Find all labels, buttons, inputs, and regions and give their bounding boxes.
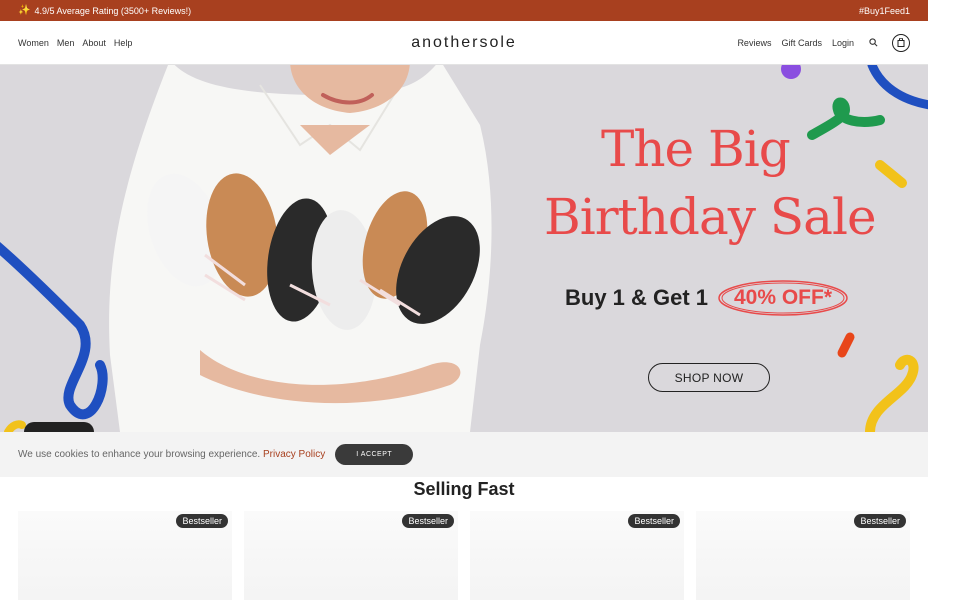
cookie-message-text: We use cookies to enhance your browsing … xyxy=(18,449,261,460)
hashtag-link[interactable]: #Buy1Feed1 xyxy=(859,6,910,16)
product-card[interactable]: Bestseller xyxy=(470,511,684,600)
nav-item-about[interactable]: About xyxy=(82,38,106,48)
nav-item-help[interactable]: Help xyxy=(114,38,133,48)
bestseller-badge: Bestseller xyxy=(854,514,906,528)
cookie-banner: We use cookies to enhance your browsing … xyxy=(0,432,928,477)
bestseller-badge: Bestseller xyxy=(402,514,454,528)
bestseller-badge: Bestseller xyxy=(628,514,680,528)
nav-item-reviews[interactable]: Reviews xyxy=(737,38,771,48)
sparkle-icon: ✨ xyxy=(18,5,31,16)
product-grid: Bestseller Bestseller Bestseller Bestsel… xyxy=(0,511,928,600)
product-card[interactable]: Bestseller xyxy=(18,511,232,600)
hero-banner[interactable]: The Big Birthday Sale Buy 1 & Get 1 40% … xyxy=(0,65,928,432)
announcement-bar: ✨ 4.9/5 Average Rating (3500+ Reviews!) … xyxy=(0,0,928,21)
primary-nav: Women Men About Help xyxy=(18,38,132,48)
brand-logo[interactable]: anothersole xyxy=(411,34,517,52)
discount-badge: 40% OFF* xyxy=(716,279,850,317)
secondary-nav: Reviews Gift Cards Login xyxy=(737,33,910,52)
discount-text: 40% OFF* xyxy=(733,286,833,309)
shopping-bag-icon[interactable] xyxy=(892,33,910,52)
bestseller-badge: Bestseller xyxy=(176,514,228,528)
page: ✨ 4.9/5 Average Rating (3500+ Reviews!) … xyxy=(0,0,928,600)
search-icon[interactable] xyxy=(864,34,882,52)
nav-item-login[interactable]: Login xyxy=(832,38,854,48)
hero-illustration xyxy=(0,65,928,432)
rating-text: 4.9/5 Average Rating (3500+ Reviews!) xyxy=(34,5,192,16)
shop-now-button[interactable]: SHOP NOW xyxy=(648,363,770,392)
cookie-message: We use cookies to enhance your browsing … xyxy=(18,449,325,460)
site-header: Women Men About Help anothersole Reviews… xyxy=(0,21,928,65)
selling-fast-heading: Selling Fast xyxy=(413,479,515,499)
product-card[interactable]: Bestseller xyxy=(696,511,910,600)
accept-cookies-button[interactable]: I ACCEPT xyxy=(335,444,414,465)
privacy-policy-link[interactable]: Privacy Policy xyxy=(263,449,325,460)
reviews-widget-tab[interactable] xyxy=(24,422,94,432)
product-card[interactable]: Bestseller xyxy=(244,511,458,600)
rating-announcement: ✨ 4.9/5 Average Rating (3500+ Reviews!) xyxy=(18,5,191,16)
hero-offer: Buy 1 & Get 1 xyxy=(565,285,709,310)
nav-item-men[interactable]: Men xyxy=(57,38,75,48)
nav-item-women[interactable]: Women xyxy=(18,38,49,48)
nav-item-gift-cards[interactable]: Gift Cards xyxy=(781,38,822,48)
